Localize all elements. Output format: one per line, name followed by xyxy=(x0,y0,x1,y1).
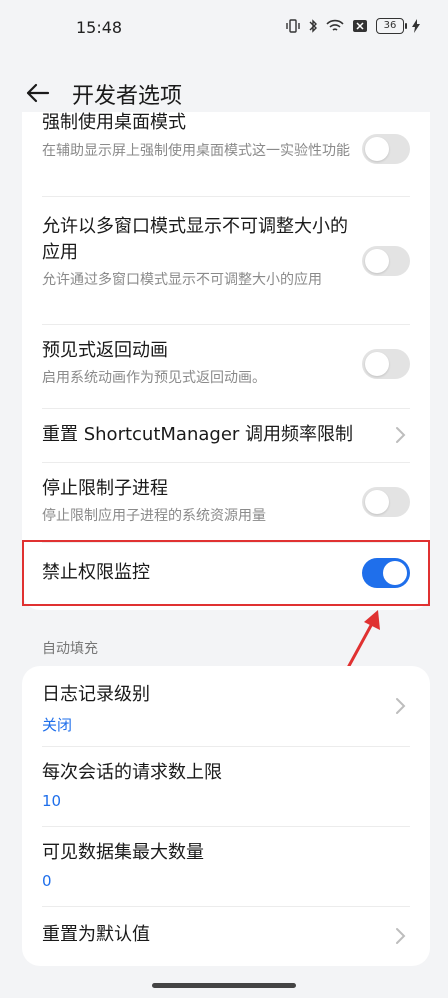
setting-child-process[interactable]: 停止限制子进程 停止限制应用子进程的系统资源用量 xyxy=(22,462,430,542)
toggle-switch[interactable] xyxy=(362,246,410,276)
setting-title: 日志记录级别 xyxy=(42,684,150,705)
highlight-box xyxy=(22,540,430,606)
setting-value: 关闭 xyxy=(42,716,73,734)
settings-card: 强制使用桌面模式 在辅助显示屏上强制使用桌面模式这一实验性功能 允许以多窗口模式… xyxy=(22,112,430,610)
setting-title: 强制使用桌面模式 xyxy=(42,112,186,133)
chevron-right-icon xyxy=(396,427,406,443)
status-time: 15:48 xyxy=(76,18,123,37)
vibrate-icon xyxy=(286,19,300,33)
status-icons: 36 xyxy=(286,18,420,34)
toggle-knob xyxy=(365,490,389,514)
wifi-icon xyxy=(326,19,344,31)
back-arrow-icon[interactable] xyxy=(24,80,50,106)
setting-max-datasets[interactable]: 可见数据集最大数量 0 xyxy=(22,826,430,906)
toggle-switch[interactable] xyxy=(362,134,410,164)
setting-subtitle: 停止限制应用子进程的系统资源用量 xyxy=(42,508,266,524)
bluetooth-icon xyxy=(309,19,317,33)
setting-value: 10 xyxy=(42,792,62,810)
chevron-right-icon xyxy=(396,698,406,714)
setting-value: 0 xyxy=(42,872,52,890)
setting-subtitle: 允许通过多窗口模式显示不可调整大小的应用 xyxy=(42,272,322,288)
setting-subtitle: 启用系统动画作为预见式返回动画。 xyxy=(42,370,266,386)
toggle-knob xyxy=(365,352,389,376)
setting-reset-shortcut[interactable]: 重置 ShortcutManager 调用频率限制 xyxy=(22,408,430,462)
setting-multiwindow[interactable]: 允许以多窗口模式显示不可调整大小的应用 允许通过多窗口模式显示不可调整大小的应用 xyxy=(22,196,430,324)
toggle-knob xyxy=(365,249,389,273)
status-bar: 15:48 36 xyxy=(0,0,448,56)
setting-reset-defaults[interactable]: 重置为默认值 xyxy=(22,906,430,966)
setting-desktop-mode[interactable]: 强制使用桌面模式 在辅助显示屏上强制使用桌面模式这一实验性功能 xyxy=(22,112,430,192)
setting-subtitle: 在辅助显示屏上强制使用桌面模式这一实验性功能 xyxy=(42,143,350,159)
setting-title: 允许以多窗口模式显示不可调整大小的应用 xyxy=(42,216,348,263)
setting-log-level[interactable]: 日志记录级别 关闭 xyxy=(22,666,430,746)
setting-title: 重置为默认值 xyxy=(42,924,150,945)
toggle-switch[interactable] xyxy=(362,349,410,379)
setting-title: 可见数据集最大数量 xyxy=(42,842,204,863)
setting-max-requests[interactable]: 每次会话的请求数上限 10 xyxy=(22,746,430,826)
setting-title: 停止限制子进程 xyxy=(42,478,168,499)
autofill-card: 日志记录级别 关闭 每次会话的请求数上限 10 可见数据集最大数量 0 重置为默… xyxy=(22,666,430,966)
setting-title: 预见式返回动画 xyxy=(42,340,168,361)
home-indicator[interactable] xyxy=(152,983,296,988)
setting-title: 每次会话的请求数上限 xyxy=(42,762,222,783)
sim-off-icon xyxy=(353,20,367,32)
setting-title: 重置 ShortcutManager 调用频率限制 xyxy=(42,424,354,445)
page-title: 开发者选项 xyxy=(72,84,183,109)
toggle-knob xyxy=(365,137,389,161)
charging-icon xyxy=(412,19,420,33)
toggle-switch[interactable] xyxy=(362,487,410,517)
chevron-right-icon xyxy=(396,928,406,944)
battery-icon: 36 xyxy=(376,18,407,34)
setting-predictive-back[interactable]: 预见式返回动画 启用系统动画作为预见式返回动画。 xyxy=(22,324,430,408)
section-header-autofill: 自动填充 xyxy=(42,641,98,657)
